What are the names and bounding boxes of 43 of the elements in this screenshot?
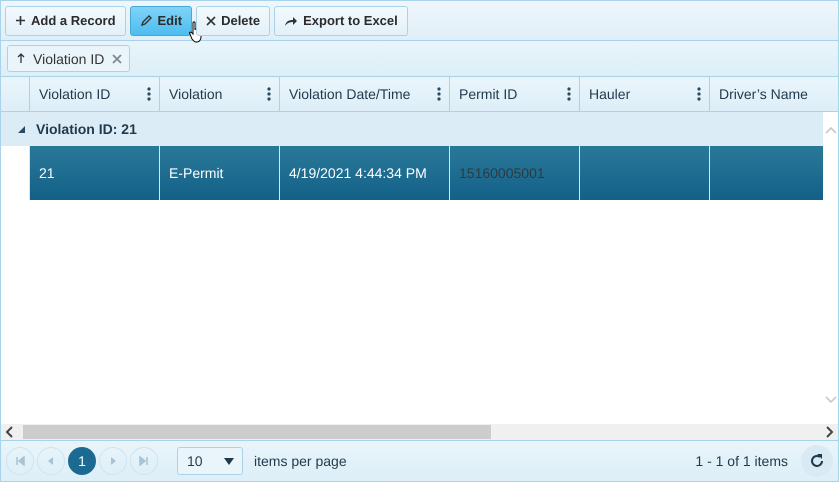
pencil-icon (140, 14, 153, 27)
page-size-dropdown[interactable]: 10 (177, 447, 243, 475)
close-icon[interactable] (112, 54, 122, 64)
column-header[interactable]: Permit ID (449, 77, 579, 111)
close-icon (206, 16, 216, 26)
toolbar-button[interactable]: Delete (196, 6, 270, 36)
prev-arrow-icon (46, 456, 56, 466)
left-chevron-icon[interactable] (5, 426, 13, 438)
kebab-menu-icon[interactable] (697, 87, 701, 101)
column-header[interactable]: Violation ID (29, 77, 159, 111)
right-chevron-icon[interactable] (826, 426, 834, 438)
pager-summary: 1 - 1 of 1 items (695, 453, 788, 469)
refresh-icon (809, 453, 825, 469)
items-per-page-label: items per page (254, 453, 347, 469)
table-cell: E-Permit (169, 165, 224, 181)
column-header[interactable]: Hauler (579, 77, 709, 111)
last-arrow-icon (139, 456, 149, 466)
column-header[interactable]: Driver’s Name (709, 77, 823, 111)
toolbar-button[interactable]: Add a Record (5, 6, 126, 36)
kebab-menu-icon[interactable] (267, 87, 271, 101)
kebab-menu-icon[interactable] (147, 87, 151, 101)
group-chip[interactable]: Violation ID (7, 45, 130, 72)
table-cell: 4/19/2021 4:44:34 PM (289, 165, 427, 181)
column-header[interactable]: Violation Date/Time (279, 77, 449, 111)
table-cell: 15160005001 (459, 165, 545, 181)
column-header[interactable]: Violation (159, 77, 279, 111)
scrollbar-thumb[interactable] (23, 425, 491, 439)
kebab-menu-icon[interactable] (437, 87, 441, 101)
collapse-triangle-icon[interactable] (18, 126, 25, 132)
table-cell: 21 (39, 165, 55, 181)
page-button[interactable]: 1 (68, 447, 96, 475)
dropdown-caret-icon (224, 458, 234, 464)
next-arrow-icon (108, 456, 118, 466)
group-label: Violation ID: 21 (36, 121, 137, 137)
plus-icon (15, 15, 26, 26)
chip-label: Violation ID (33, 50, 104, 66)
toolbar-button[interactable]: Export to Excel (274, 6, 408, 36)
first-arrow-icon (15, 456, 25, 466)
refresh-button[interactable] (801, 445, 833, 477)
kebab-menu-icon[interactable] (567, 87, 571, 101)
up-arrow-icon (17, 53, 25, 64)
table-row[interactable]: 21 E-Permit 4/19/2021 4:44:34 PM 15160005001 (1, 146, 823, 200)
share-arrow-icon (284, 14, 298, 26)
